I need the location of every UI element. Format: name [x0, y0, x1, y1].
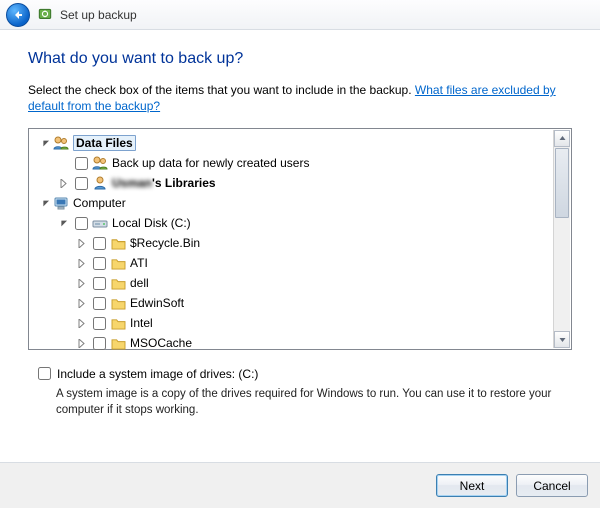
computer-icon: [53, 195, 69, 211]
tree-label: Intel: [130, 316, 153, 330]
checkbox-new-users[interactable]: [75, 157, 88, 170]
folder-icon: [110, 255, 126, 271]
tree-node-folder[interactable]: Intel: [31, 313, 549, 333]
tree-node-folder[interactable]: $Recycle.Bin: [31, 233, 549, 253]
expand-icon[interactable]: [75, 337, 87, 349]
expand-icon[interactable]: [75, 277, 87, 289]
expand-icon[interactable]: [57, 177, 69, 189]
arrow-left-icon: [12, 9, 24, 21]
intro-text: Select the check box of the items that y…: [28, 82, 572, 114]
expand-icon[interactable]: [75, 297, 87, 309]
tree-content: Data Files Back up data for newly create…: [31, 133, 569, 353]
scrollbar[interactable]: [553, 130, 570, 348]
checkbox-folder[interactable]: [93, 297, 106, 310]
expand-icon[interactable]: [75, 257, 87, 269]
system-image-description: A system image is a copy of the drives r…: [56, 387, 562, 418]
drive-icon: [92, 215, 108, 231]
tree-node-folder[interactable]: ATI: [31, 253, 549, 273]
tree-label: Computer: [73, 196, 126, 210]
tree-label: EdwinSoft: [130, 296, 184, 310]
scroll-thumb[interactable]: [555, 148, 569, 218]
back-button[interactable]: [6, 3, 30, 27]
checkbox-folder[interactable]: [93, 317, 106, 330]
tree-node-new-users[interactable]: Back up data for newly created users: [31, 153, 549, 173]
tree-node-computer[interactable]: Computer: [31, 193, 549, 213]
folder-icon: [110, 295, 126, 311]
folder-icon: [110, 275, 126, 291]
backup-app-icon: [36, 6, 54, 24]
tree-label: ATI: [130, 256, 148, 270]
system-image-option: Include a system image of drives: (C:): [34, 364, 572, 383]
users-icon: [53, 135, 69, 151]
backup-items-tree: Data Files Back up data for newly create…: [28, 128, 572, 350]
tree-node-user-libraries[interactable]: Usman's Libraries: [31, 173, 549, 193]
page-heading: What do you want to back up?: [28, 50, 572, 68]
checkbox-folder[interactable]: [93, 337, 106, 350]
tree-label: dell: [130, 276, 149, 290]
collapse-icon[interactable]: [39, 197, 51, 209]
tree-label: Usman's Libraries: [112, 176, 216, 190]
users-icon: [92, 155, 108, 171]
scroll-up-button[interactable]: [554, 130, 570, 147]
tree-label: Data Files: [73, 135, 136, 151]
user-icon: [92, 175, 108, 191]
checkbox-folder[interactable]: [93, 237, 106, 250]
expand-icon[interactable]: [75, 317, 87, 329]
cancel-button[interactable]: Cancel: [516, 474, 588, 497]
expand-icon[interactable]: [75, 237, 87, 249]
intro-leading: Select the check box of the items that y…: [28, 83, 415, 97]
tree-label: MSOCache: [130, 336, 192, 350]
system-image-label: Include a system image of drives: (C:): [57, 367, 258, 381]
content-area: What do you want to back up? Select the …: [0, 30, 600, 426]
tree-node-folder[interactable]: dell: [31, 273, 549, 293]
folder-icon: [110, 335, 126, 351]
footer-buttons: Next Cancel: [0, 462, 600, 508]
checkbox-system-image[interactable]: [38, 367, 51, 380]
tree-label: $Recycle.Bin: [130, 236, 200, 250]
tree-node-data-files[interactable]: Data Files: [31, 133, 549, 153]
collapse-icon[interactable]: [39, 137, 51, 149]
checkbox-local-disk[interactable]: [75, 217, 88, 230]
titlebar: Set up backup: [0, 0, 600, 30]
tree-node-local-disk[interactable]: Local Disk (C:): [31, 213, 549, 233]
collapse-icon[interactable]: [57, 217, 69, 229]
tree-node-folder[interactable]: MSOCache: [31, 333, 549, 353]
scroll-down-button[interactable]: [554, 331, 570, 348]
tree-label: Local Disk (C:): [112, 216, 191, 230]
tree-node-folder[interactable]: EdwinSoft: [31, 293, 549, 313]
checkbox-folder[interactable]: [93, 257, 106, 270]
checkbox-user-libs[interactable]: [75, 177, 88, 190]
checkbox-folder[interactable]: [93, 277, 106, 290]
window-title: Set up backup: [60, 8, 137, 22]
folder-icon: [110, 235, 126, 251]
next-button[interactable]: Next: [436, 474, 508, 497]
folder-icon: [110, 315, 126, 331]
tree-label: Back up data for newly created users: [112, 156, 309, 170]
